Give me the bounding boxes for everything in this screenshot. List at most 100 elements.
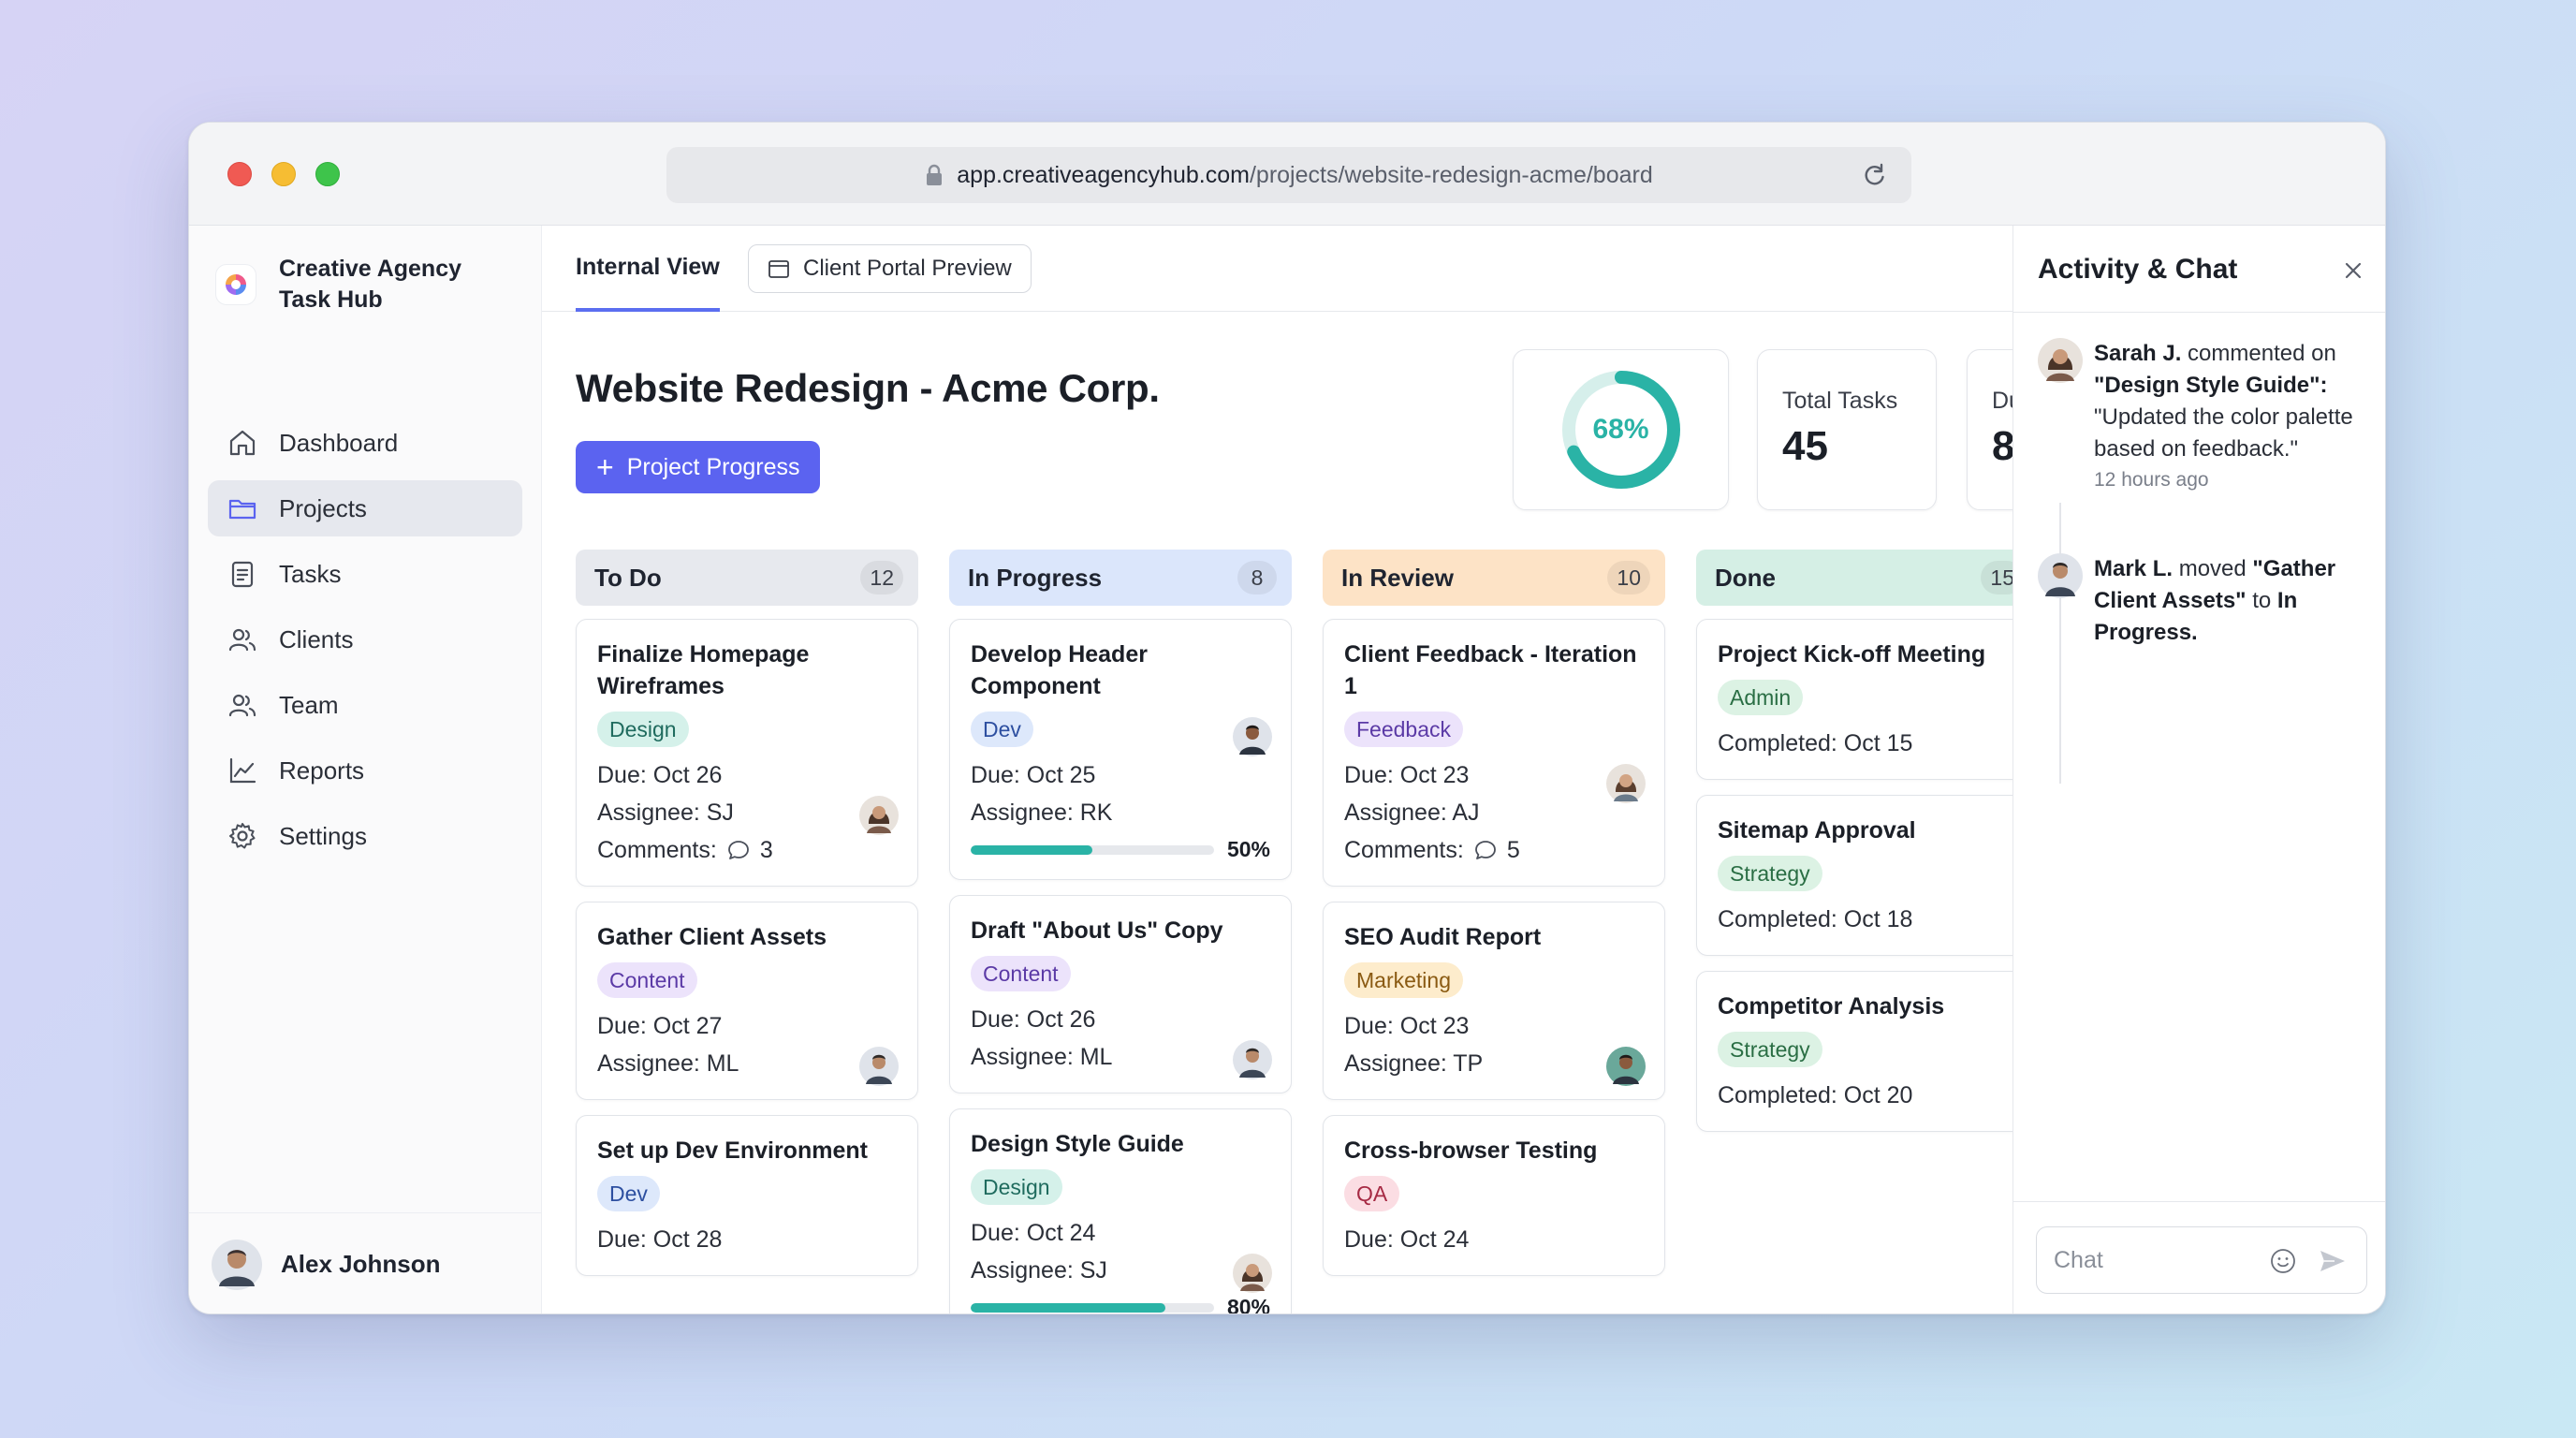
- gear-icon: [229, 823, 256, 849]
- project-progress-button[interactable]: + Project Progress: [576, 441, 821, 493]
- task-card[interactable]: Sitemap Approval Strategy Completed: Oct…: [1696, 795, 2012, 956]
- avatar: [1233, 1040, 1272, 1079]
- column-header[interactable]: Done 15: [1696, 550, 2012, 606]
- browser-titlebar: app.creativeagencyhub.com/projects/websi…: [189, 123, 2385, 226]
- column-header[interactable]: To Do 12: [576, 550, 918, 606]
- card-title: Competitor Analysis: [1718, 993, 1945, 1020]
- chat-input[interactable]: [2054, 1227, 2260, 1293]
- assignee: Assignee: AJ: [1344, 800, 1480, 826]
- avatar: [2038, 338, 2083, 383]
- url-host: app.creativeagencyhub.com: [957, 161, 1250, 188]
- task-card[interactable]: SEO Audit Report Marketing Due: Oct 23 A…: [1323, 902, 1665, 1100]
- address-bar[interactable]: app.creativeagencyhub.com/projects/websi…: [666, 147, 1911, 203]
- comments[interactable]: Comments: 3: [597, 831, 897, 869]
- activity-user: Sarah J.: [2094, 341, 2182, 366]
- card-title: Client Feedback - Iteration 1: [1344, 641, 1637, 699]
- assignee: Assignee: SJ: [597, 800, 734, 826]
- users-icon: [228, 628, 256, 652]
- due-date: Due: Oct 24: [1344, 1226, 1470, 1253]
- sidebar-item-team[interactable]: Team: [208, 677, 522, 733]
- tag-admin: Admin: [1718, 680, 1804, 715]
- task-progress-bar: 80%: [971, 1295, 1270, 1314]
- send-icon[interactable]: [2318, 1247, 2348, 1275]
- task-card[interactable]: Project Kick-off Meeting Admin Completed…: [1696, 619, 2012, 780]
- sidebar-item-label: Tasks: [279, 559, 342, 588]
- column-count-badge: 12: [860, 561, 903, 594]
- emoji-icon[interactable]: [2269, 1247, 2297, 1275]
- task-card[interactable]: Draft "About Us" Copy Content Due: Oct 2…: [949, 895, 1292, 1093]
- panel-title: Activity & Chat: [2038, 254, 2238, 285]
- avatar: [859, 796, 899, 835]
- task-card[interactable]: Cross-browser Testing QA Due: Oct 24: [1323, 1115, 1665, 1276]
- stat-label: Total Tasks: [1782, 388, 1898, 414]
- sidebar-item-tasks[interactable]: Tasks: [208, 546, 522, 602]
- tag-qa: QA: [1344, 1176, 1400, 1211]
- sidebar-item-settings[interactable]: Settings: [208, 808, 522, 864]
- activity-item[interactable]: Sarah J. commented on "Design Style Guid…: [2038, 338, 2365, 492]
- team-icon: [228, 694, 256, 717]
- sidebar-item-label: Clients: [279, 624, 354, 653]
- column-header[interactable]: In Review 10: [1323, 550, 1665, 606]
- completed-date: Completed: Oct 18: [1718, 906, 1913, 932]
- task-card[interactable]: Client Feedback - Iteration 1 Feedback D…: [1323, 619, 1665, 887]
- tag-dev: Dev: [971, 712, 1033, 747]
- progress-track: [971, 844, 1214, 855]
- comments-label: Comments:: [1344, 837, 1464, 863]
- view-tabs: Internal View Client Portal Preview: [542, 226, 2012, 312]
- progress-percent: 80%: [1226, 1295, 1270, 1314]
- assignee: Assignee: SJ: [971, 1257, 1107, 1284]
- activity-user: Mark L.: [2094, 556, 2174, 581]
- comment-count: 3: [759, 837, 773, 863]
- clipboard-icon: [231, 561, 254, 588]
- sidebar-item-reports[interactable]: Reports: [208, 742, 522, 799]
- column-count-badge: 15: [1981, 561, 2012, 594]
- minimize-window-button[interactable]: [271, 162, 296, 186]
- sidebar-item-clients[interactable]: Clients: [208, 611, 522, 668]
- task-card[interactable]: Finalize Homepage Wireframes Design Due:…: [576, 619, 918, 887]
- avatar: [1606, 764, 1646, 803]
- activity-text: Mark L. moved "Gather Client Assets" to …: [2094, 553, 2365, 649]
- sidebar-item-label: Projects: [279, 493, 367, 522]
- comment-icon: [1474, 841, 1496, 859]
- progress-card: 68%: [1513, 349, 1729, 510]
- reload-icon[interactable]: [1861, 162, 1887, 188]
- activity-item[interactable]: Mark L. moved "Gather Client Assets" to …: [2038, 553, 2365, 649]
- close-window-button[interactable]: [227, 162, 252, 186]
- tag-marketing: Marketing: [1344, 962, 1463, 998]
- card-title: Sitemap Approval: [1718, 817, 1916, 844]
- tab-label: Client Portal Preview: [803, 256, 1012, 281]
- due-date: Due: Oct 23: [1344, 762, 1470, 788]
- progress-fill: [971, 1302, 1165, 1313]
- task-card[interactable]: Competitor Analysis Strategy Completed: …: [1696, 971, 2012, 1132]
- assignee: Assignee: ML: [597, 1050, 739, 1077]
- maximize-window-button[interactable]: [315, 162, 340, 186]
- task-card[interactable]: Set up Dev Environment Dev Due: Oct 28: [576, 1115, 918, 1276]
- comment-icon: [727, 841, 749, 859]
- task-card[interactable]: Gather Client Assets Content Due: Oct 27…: [576, 902, 918, 1100]
- brand-logo-icon: [215, 264, 256, 305]
- comments[interactable]: Comments: 5: [1344, 831, 1644, 869]
- tab-internal-view[interactable]: Internal View: [576, 226, 720, 312]
- task-card[interactable]: Develop Header Component Dev Due: Oct 25…: [949, 619, 1292, 880]
- avatar: [1233, 717, 1272, 756]
- sidebar-item-dashboard[interactable]: Dashboard: [208, 415, 522, 471]
- comment-count: 5: [1506, 837, 1520, 863]
- column-header[interactable]: In Progress 8: [949, 550, 1292, 606]
- avatar: [212, 1239, 262, 1290]
- activity-quote: "Updated the color palette based on feed…: [2094, 404, 2353, 462]
- divider: [2013, 312, 2385, 313]
- user-profile[interactable]: Alex Johnson: [189, 1212, 542, 1313]
- stat-value: 8: [1992, 423, 2012, 470]
- user-name: Alex Johnson: [281, 1250, 441, 1278]
- sidebar-item-projects[interactable]: Projects: [208, 480, 522, 536]
- lock-icon: [927, 164, 943, 185]
- avatar: [1606, 1047, 1646, 1086]
- brand[interactable]: Creative Agency Task Hub: [215, 254, 461, 315]
- tag-content: Content: [597, 962, 697, 998]
- progress-percent: 68%: [1592, 414, 1649, 445]
- tab-client-portal-preview[interactable]: Client Portal Preview: [748, 244, 1032, 293]
- close-icon[interactable]: [2340, 257, 2366, 284]
- activity-panel: Activity & Chat Sarah J. commented on "D…: [2012, 226, 2385, 1313]
- task-card[interactable]: Design Style Guide Design Due: Oct 24 As…: [949, 1108, 1292, 1314]
- column-title: Done: [1715, 563, 1776, 592]
